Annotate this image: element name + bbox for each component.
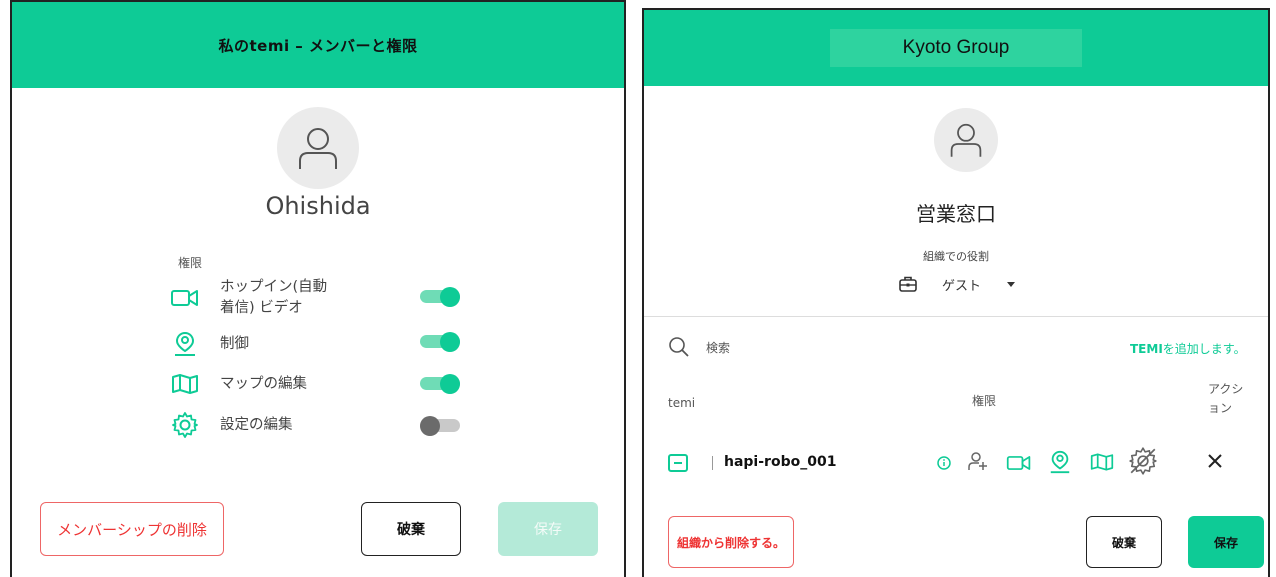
column-header-temi: temi xyxy=(668,396,696,410)
close-icon[interactable] xyxy=(1206,452,1224,474)
permission-label: マップの編集 xyxy=(220,375,307,392)
user-name: Ohishida xyxy=(265,192,371,220)
map-icon[interactable] xyxy=(1090,452,1114,476)
gear-disabled-icon[interactable] xyxy=(1128,446,1158,480)
permission-row-settings-edit: 設定の編集 xyxy=(170,410,470,440)
cancel-button[interactable]: 破棄 xyxy=(1086,516,1162,568)
add-temi-bold: TEMI xyxy=(1130,342,1163,356)
chevron-down-icon xyxy=(1007,281,1016,287)
permission-label: ホップイン(自動着信) ビデオ xyxy=(220,279,328,316)
robot-name: hapi-robo_001 xyxy=(724,454,837,470)
role-value: ゲスト xyxy=(942,278,982,294)
search-bar[interactable]: 検索 xyxy=(668,336,730,358)
collapse-icon[interactable] xyxy=(668,454,688,472)
search-input[interactable]: 検索 xyxy=(706,339,730,356)
add-user-icon[interactable] xyxy=(966,450,990,478)
divider xyxy=(644,316,1268,317)
map-pin-person-icon[interactable] xyxy=(1048,450,1072,478)
gear-icon xyxy=(170,410,200,440)
column-header-action: アクション xyxy=(1208,382,1244,415)
role-label: 組織での役割 xyxy=(923,250,989,263)
permission-label: 設定の編集 xyxy=(220,416,293,433)
save-button[interactable]: 保存 xyxy=(498,502,598,556)
map-icon xyxy=(170,369,200,399)
toggle-video[interactable] xyxy=(420,287,462,307)
video-camera-icon xyxy=(170,283,200,313)
column-header-permissions: 権限 xyxy=(972,394,997,408)
panel-header: 私のtemi – メンバーと権限 xyxy=(12,2,624,88)
group-header: Kyoto Group xyxy=(644,10,1268,86)
org-member-name: 営業窓口 xyxy=(916,202,996,226)
delete-membership-button[interactable]: メンバーシップの削除 xyxy=(40,502,224,556)
toggle-settings-edit[interactable] xyxy=(420,416,462,436)
cancel-button[interactable]: 破棄 xyxy=(361,502,461,556)
panel-title: 私のtemi – メンバーと権限 xyxy=(218,36,418,55)
divider-bar xyxy=(712,456,713,470)
permission-row-map-edit: マップの編集 xyxy=(170,369,470,399)
permission-row-control: 制御 xyxy=(170,329,470,359)
save-button[interactable]: 保存 xyxy=(1188,516,1264,568)
briefcase-icon xyxy=(898,274,918,294)
remove-from-org-button[interactable]: 組織から削除する。 xyxy=(668,516,794,568)
permission-label: 制御 xyxy=(220,335,249,352)
map-pin-person-icon xyxy=(170,329,200,359)
avatar xyxy=(277,107,359,189)
add-temi-text: を追加します。 xyxy=(1162,342,1246,356)
user-icon xyxy=(950,123,982,157)
add-temi-link[interactable]: TEMIを追加します。 xyxy=(1130,340,1246,357)
role-select[interactable]: ゲスト xyxy=(898,274,1016,294)
member-permissions-panel: 私のtemi – メンバーと権限 Ohishida 権限 ホップイン(自動着信)… xyxy=(10,0,626,577)
toggle-map-edit[interactable] xyxy=(420,374,462,394)
toggle-control[interactable] xyxy=(420,332,462,352)
table-row: hapi-robo_001 xyxy=(644,446,1268,486)
permissions-heading: 権限 xyxy=(178,256,203,270)
group-member-panel: Kyoto Group 営業窓口 組織での役割 ゲスト 検索 TEMIを追加しま… xyxy=(642,8,1270,577)
video-camera-icon[interactable] xyxy=(1006,453,1032,477)
search-icon xyxy=(668,336,690,358)
group-title: Kyoto Group xyxy=(830,29,1082,67)
avatar xyxy=(934,108,998,172)
user-icon xyxy=(299,128,337,169)
info-icon[interactable] xyxy=(936,455,952,475)
permission-row-video: ホップイン(自動着信) ビデオ xyxy=(170,277,470,319)
